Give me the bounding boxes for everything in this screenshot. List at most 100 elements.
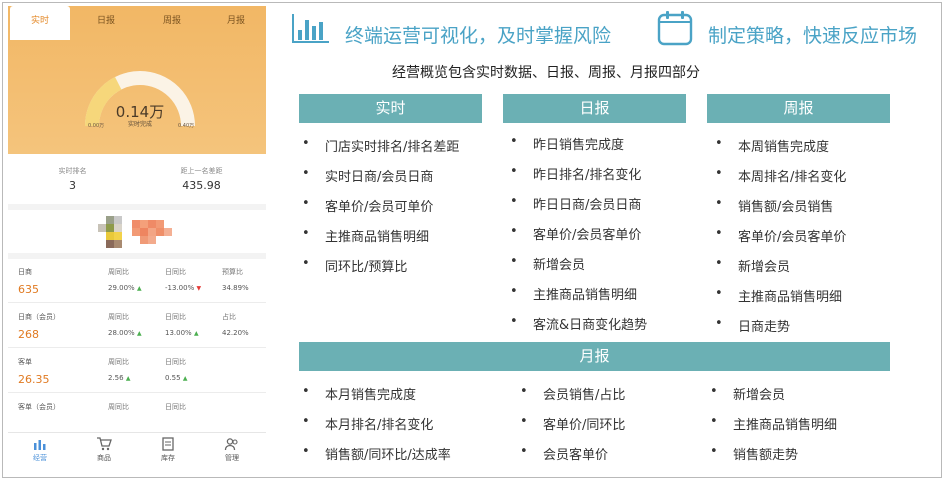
list-item: 销售额走势 bbox=[710, 444, 798, 463]
metric-row-daily-sales[interactable]: 日商 635 周同比 29.00% ▲ 日同比 -13.00% ▼ 预算比 34… bbox=[8, 259, 266, 303]
metric-col-label: 日同比 bbox=[165, 268, 186, 276]
metric-col-label: 日同比 bbox=[165, 313, 186, 321]
list-item: 客单价/同环比 bbox=[520, 414, 626, 433]
metric-col-value: 2.56 ▲ bbox=[108, 374, 131, 382]
metric-col-value: 28.00% ▲ bbox=[108, 329, 142, 337]
banner-left-text: 终端运营可视化，及时掌握风险 bbox=[345, 25, 612, 47]
list-item: 昨日日商/会员日商 bbox=[510, 194, 641, 213]
trend-up-icon: ▲ bbox=[136, 330, 142, 337]
list-item: 主推商品销售明细 bbox=[510, 284, 637, 303]
list-item: 会员销售/占比 bbox=[520, 384, 626, 403]
users-icon bbox=[224, 438, 238, 451]
metric-name: 日商（会员） bbox=[18, 313, 60, 321]
nav-item-goods[interactable]: 商品 bbox=[72, 437, 136, 463]
list-item: 本月排名/排名变化 bbox=[302, 414, 433, 433]
rank-gap-value: 435.98 bbox=[182, 179, 221, 192]
list-item: 主推商品销售明细 bbox=[715, 286, 842, 305]
rank-summary: 实时排名 3 距上一名差距 435.98 bbox=[8, 154, 266, 204]
rank-label: 实时排名 bbox=[58, 167, 87, 175]
gauge-min: 0.00万 bbox=[88, 123, 105, 129]
list-item: 客单价/会员客单价 bbox=[715, 226, 846, 245]
list-item: 同环比/预算比 bbox=[302, 256, 408, 275]
metric-col-value: 29.00% ▲ bbox=[108, 284, 142, 292]
metric-col-value: 34.89% bbox=[222, 284, 249, 292]
rank-block-current: 实时排名 3 bbox=[8, 166, 137, 192]
list-item: 主推商品销售明细 bbox=[710, 414, 837, 433]
tab-weekly[interactable]: 周报 bbox=[142, 6, 202, 40]
nav-label: 经营 bbox=[33, 454, 47, 462]
list-item: 本周销售完成度 bbox=[715, 136, 829, 155]
metric-col-label: 周同比 bbox=[108, 268, 129, 276]
list-item: 会员客单价 bbox=[520, 444, 608, 463]
metric-col-value: -13.00% ▼ bbox=[165, 284, 202, 292]
nav-item-operation[interactable]: 经营 bbox=[8, 437, 72, 463]
tab-monthly[interactable]: 月报 bbox=[208, 6, 264, 40]
page-subtitle: 经营概览包含实时数据、日报、周报、月报四部分 bbox=[392, 65, 700, 81]
metric-col-label: 周同比 bbox=[108, 403, 129, 411]
trend-up-icon: ▲ bbox=[125, 375, 131, 382]
metric-value: 635 bbox=[18, 283, 39, 296]
trend-down-icon: ▼ bbox=[196, 285, 202, 292]
nav-label: 库存 bbox=[161, 454, 175, 462]
metric-col-label: 周同比 bbox=[108, 313, 129, 321]
list-item: 客单价/会员客单价 bbox=[510, 224, 641, 243]
document-icon bbox=[162, 437, 174, 451]
metric-name: 日商 bbox=[18, 268, 32, 276]
list-item: 新增会员 bbox=[715, 256, 790, 275]
list-item: 销售额/会员销售 bbox=[715, 196, 833, 215]
list-item: 新增会员 bbox=[710, 384, 785, 403]
rank-value: 3 bbox=[69, 179, 76, 192]
metric-col-value: 0.55 ▲ bbox=[165, 374, 188, 382]
tab-realtime[interactable]: 实时 bbox=[10, 6, 70, 40]
metric-col-label: 日同比 bbox=[165, 358, 186, 366]
list-item: 昨日销售完成度 bbox=[510, 134, 624, 153]
list-item: 昨日排名/排名变化 bbox=[510, 164, 641, 183]
list-item: 日商走势 bbox=[715, 316, 790, 335]
rank-gap-label: 距上一名差距 bbox=[180, 167, 223, 175]
blurred-store-name bbox=[8, 210, 266, 254]
list-item: 本月销售完成度 bbox=[302, 384, 416, 403]
list-item: 主推商品销售明细 bbox=[302, 226, 429, 245]
banner-right-text: 制定策略，快速反应市场 bbox=[708, 25, 918, 47]
list-item: 客流&日商变化趋势 bbox=[510, 314, 647, 333]
tab-daily[interactable]: 日报 bbox=[76, 6, 136, 40]
cart-icon bbox=[97, 437, 112, 451]
metric-name: 客单 bbox=[18, 358, 32, 366]
bar-chart-icon bbox=[292, 14, 329, 43]
section-header-monthly: 月报 bbox=[299, 342, 890, 371]
metric-value: 268 bbox=[18, 328, 39, 341]
trend-up-icon: ▲ bbox=[136, 285, 142, 292]
section-header-realtime: 实时 bbox=[299, 94, 482, 123]
bottom-nav: 经营 商品 库存 管理 bbox=[8, 432, 266, 470]
nav-item-inventory[interactable]: 库存 bbox=[136, 437, 200, 463]
metric-col-label: 日同比 bbox=[165, 403, 186, 411]
list-item: 销售额/同环比/达成率 bbox=[302, 444, 451, 463]
list-item: 门店实时排名/排名差距 bbox=[302, 136, 459, 155]
metric-row-member-sales[interactable]: 日商（会员） 268 周同比 28.00% ▲ 日同比 13.00% ▲ 占比 … bbox=[8, 304, 266, 348]
list-item: 本周排名/排名变化 bbox=[715, 166, 846, 185]
metric-col-label: 周同比 bbox=[108, 358, 129, 366]
list-item: 新增会员 bbox=[510, 254, 585, 273]
metric-col-label: 占比 bbox=[222, 313, 236, 321]
calendar-icon bbox=[657, 11, 693, 46]
metric-col-label: 预算比 bbox=[222, 268, 243, 276]
metric-name: 客单（会员） bbox=[18, 403, 60, 411]
metric-row-ticket[interactable]: 客单 26.35 周同比 2.56 ▲ 日同比 0.55 ▲ bbox=[8, 349, 266, 393]
rank-block-gap: 距上一名差距 435.98 bbox=[137, 166, 266, 192]
gauge-max: 0.40万 bbox=[178, 123, 195, 129]
trend-up-icon: ▲ bbox=[182, 375, 188, 382]
report-tabs: 实时 日报 周报 月报 bbox=[8, 6, 266, 40]
metric-col-value: 42.20% bbox=[222, 329, 249, 337]
metric-value: 26.35 bbox=[18, 373, 50, 386]
list-item: 实时日商/会员日商 bbox=[302, 166, 433, 185]
section-header-daily: 日报 bbox=[503, 94, 686, 123]
bar-chart-icon bbox=[34, 440, 46, 450]
nav-label: 商品 bbox=[97, 454, 111, 462]
nav-label: 管理 bbox=[225, 454, 239, 462]
trend-up-icon: ▲ bbox=[193, 330, 199, 337]
list-item: 客单价/会员可单价 bbox=[302, 196, 433, 215]
metric-col-value: 13.00% ▲ bbox=[165, 329, 199, 337]
phone-mockup: 实时 日报 周报 月报 0.14万 实时完成 0.00万 0.40万 实时排名 … bbox=[8, 6, 266, 470]
section-header-weekly: 周报 bbox=[707, 94, 890, 123]
nav-item-manage[interactable]: 管理 bbox=[200, 437, 264, 463]
